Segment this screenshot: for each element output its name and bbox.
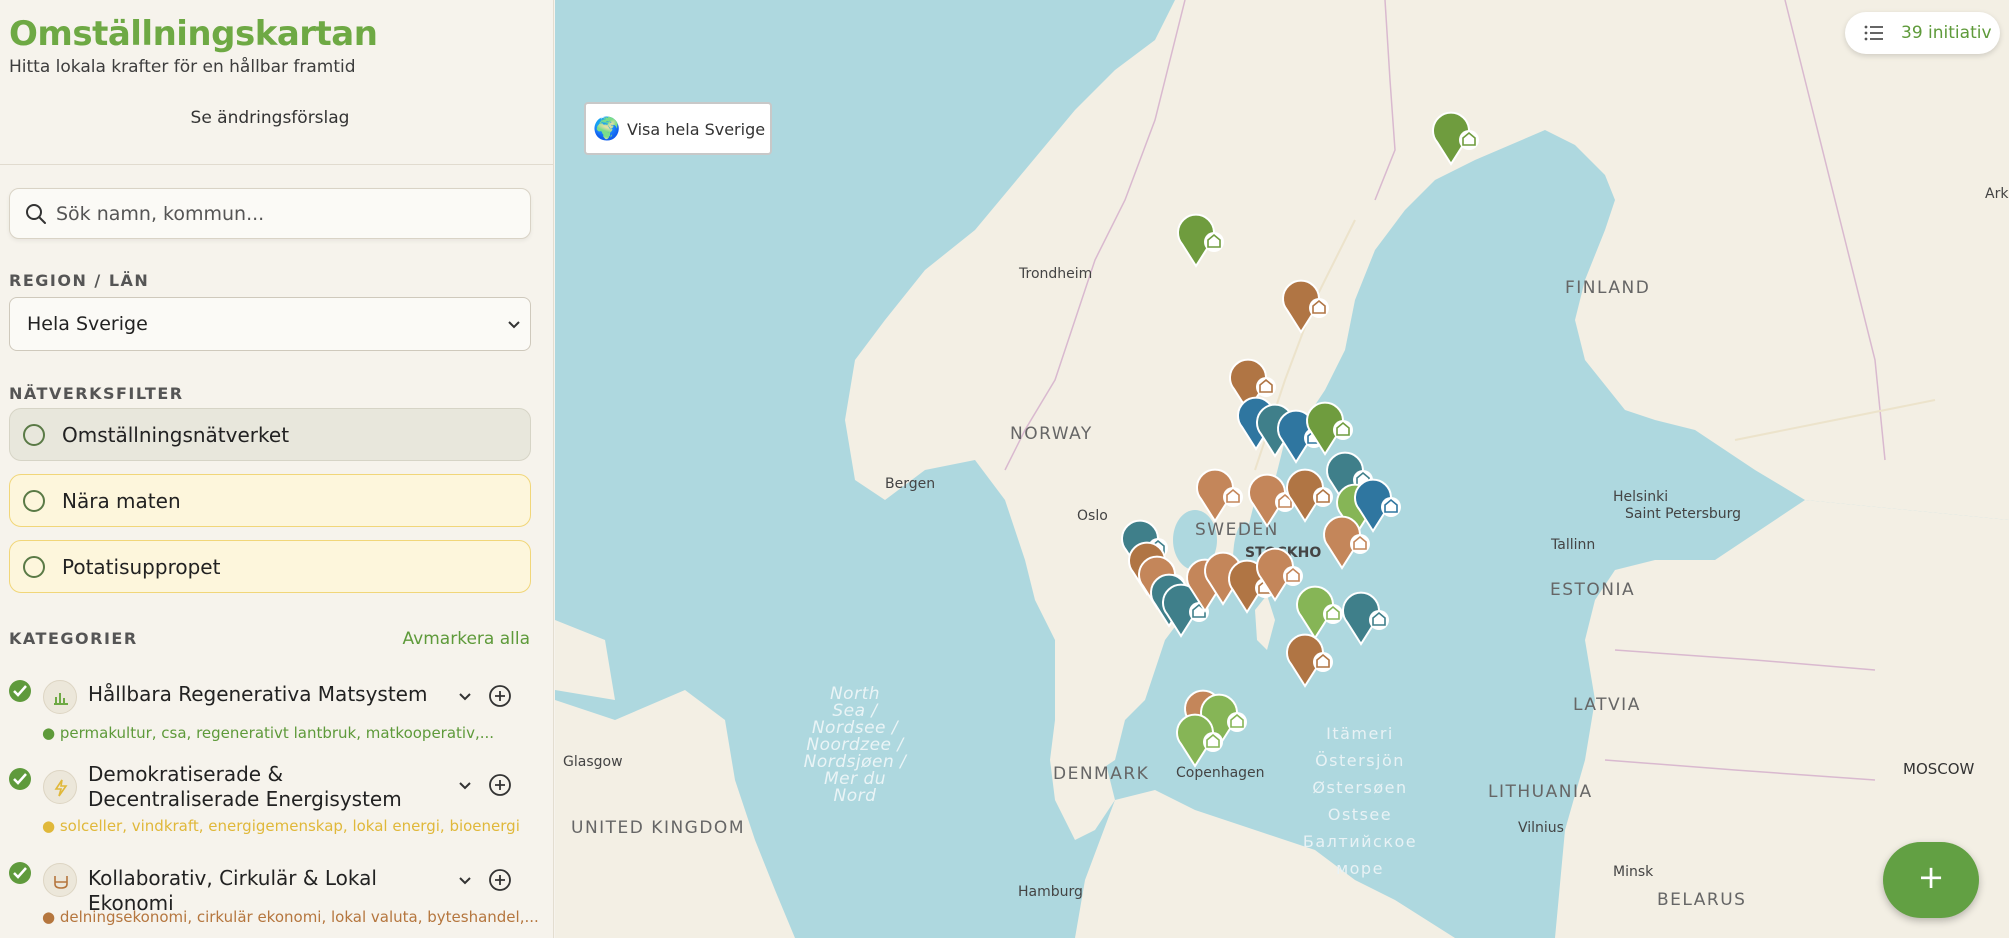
- search-icon: [26, 204, 46, 224]
- basket-icon: [43, 863, 77, 897]
- category-tags: ● delningsekonomi, cirkulär ekonomi, lok…: [42, 908, 539, 926]
- search-input[interactable]: [56, 199, 516, 229]
- plus-icon: +: [1917, 858, 1945, 896]
- map-pin[interactable]: [1286, 633, 1333, 688]
- region-select[interactable]: Hela Sverige: [9, 297, 531, 351]
- show-sweden-button[interactable]: 🌍 Visa hela Sverige: [584, 102, 772, 155]
- map-pin[interactable]: [1196, 468, 1243, 523]
- list-icon: [1864, 25, 1883, 41]
- map-pin[interactable]: [1177, 213, 1224, 268]
- category-item-food: Hållbara Regenerativa Matsystem ● permak…: [0, 680, 553, 746]
- filter-label: Nära maten: [62, 489, 181, 513]
- category-checkbox[interactable]: [9, 680, 31, 702]
- add-circle-icon[interactable]: [488, 868, 512, 892]
- app-tagline: Hitta lokala krafter för en hållbar fram…: [9, 57, 356, 77]
- categories-label: KATEGORIER: [9, 629, 138, 648]
- region-label: REGION / LÄN: [9, 271, 150, 290]
- chevron-down-icon[interactable]: [457, 872, 473, 888]
- suggestions-link[interactable]: Se ändringsförslag: [0, 108, 540, 128]
- filter-label: Potatisuppropet: [62, 555, 221, 579]
- map-pin[interactable]: [1432, 111, 1479, 166]
- search-box: [9, 188, 531, 239]
- add-circle-icon[interactable]: [488, 773, 512, 797]
- map-pin[interactable]: [1342, 591, 1389, 646]
- chevron-down-icon[interactable]: [457, 777, 473, 793]
- filter-omstallningsnatverket[interactable]: Omställningsnätverket: [9, 408, 531, 461]
- pins-layer: [1121, 111, 1479, 768]
- radio-button[interactable]: [23, 424, 45, 446]
- region-selected-value: Hela Sverige: [27, 313, 148, 335]
- map-pin[interactable]: [1282, 279, 1329, 334]
- globe-icon: 🌍: [593, 117, 621, 142]
- radio-button[interactable]: [23, 490, 45, 512]
- filter-nara-maten[interactable]: Nära maten: [9, 474, 531, 527]
- initiative-count: 39 initiativ: [1901, 23, 1992, 43]
- category-tags: ● solceller, vindkraft, energigemenskap,…: [42, 817, 520, 835]
- filter-label: Omställningsnätverket: [62, 423, 290, 447]
- category-checkbox[interactable]: [9, 768, 31, 790]
- category-tags: ● permakultur, csa, regenerativt lantbru…: [42, 724, 495, 742]
- add-initiative-button[interactable]: +: [1883, 842, 1979, 918]
- map-pin[interactable]: [1286, 468, 1333, 523]
- initiative-count-button[interactable]: 39 initiativ: [1845, 12, 2000, 54]
- show-sweden-label: Visa hela Sverige: [627, 120, 766, 139]
- radio-button[interactable]: [23, 556, 45, 578]
- deselect-all-link[interactable]: Avmarkera alla: [403, 629, 530, 649]
- category-item-economy: Kollaborativ, Cirkulär & Lokal Ekonomi ●…: [0, 862, 553, 932]
- network-filter-label: NÄTVERKSFILTER: [9, 384, 184, 403]
- category-item-energy: Demokratiserade & Decentraliserade Energ…: [0, 760, 553, 840]
- category-checkbox[interactable]: [9, 862, 31, 884]
- filter-potatisuppropet[interactable]: Potatisuppropet: [9, 540, 531, 593]
- lightning-icon: [43, 770, 77, 804]
- divider: [0, 164, 553, 165]
- chevron-down-icon: [508, 321, 520, 329]
- chevron-down-icon[interactable]: [457, 688, 473, 704]
- map-pin[interactable]: [1296, 585, 1343, 640]
- sidebar: Omställningskartan Hitta lokala krafter …: [0, 0, 554, 938]
- plant-icon: [43, 680, 77, 714]
- add-circle-icon[interactable]: [488, 684, 512, 708]
- category-name: Demokratiserade & Decentraliserade Energ…: [88, 762, 402, 811]
- category-name: Hållbara Regenerativa Matsystem: [88, 682, 428, 706]
- app-title: Omställningskartan: [9, 14, 378, 54]
- map-view[interactable]: NORWAY SWEDEN FINLAND ESTONIA LATVIA LIT…: [555, 0, 2009, 938]
